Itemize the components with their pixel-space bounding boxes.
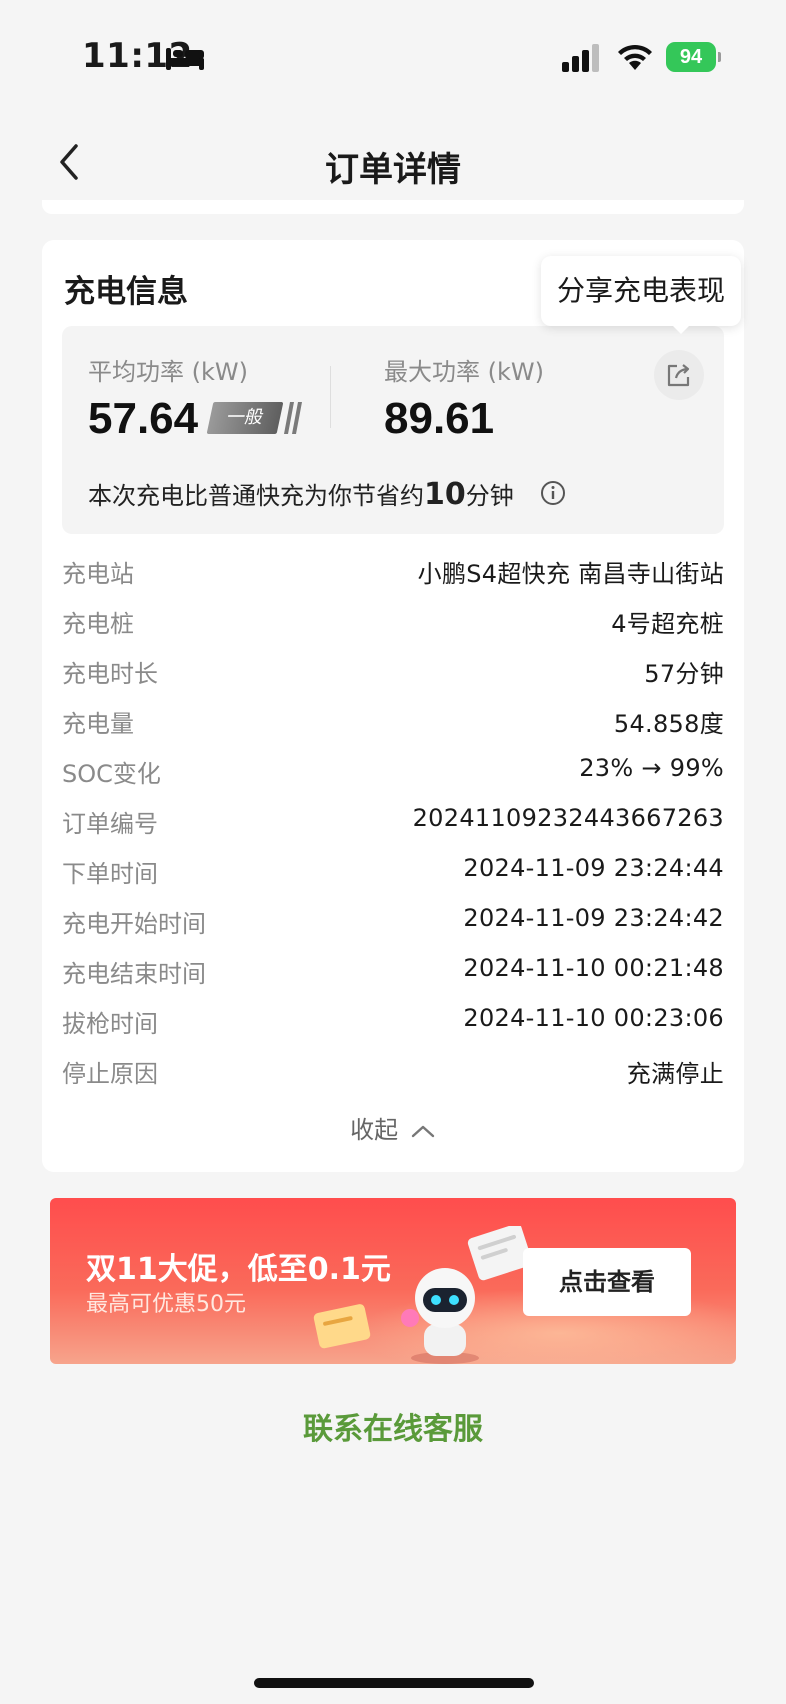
charging-info-card: 充电信息 平均功率 (kW) 57.64 一般 最大功率 (kW) 89.61 …	[42, 240, 744, 1172]
view-now-button[interactable]: 点击查看	[523, 1248, 691, 1316]
detail-label: 充电开始时间	[62, 910, 206, 938]
detail-list: 充电站 小鹏S4超快充 南昌寺山街站 充电桩 4号超充桩 充电时长 57分钟 充电量 5…	[62, 546, 724, 1096]
badge-stripes-icon	[284, 402, 302, 434]
detail-value: 4号超充桩	[611, 610, 724, 638]
contact-support-link[interactable]: 联系在线客服	[0, 1404, 786, 1448]
banner-subtitle: 最高可优惠50元	[86, 1292, 246, 1317]
collapse-label: 收起	[350, 1116, 399, 1144]
battery-icon: 94	[666, 42, 721, 72]
time-saved-suffix: 分钟	[465, 482, 514, 510]
share-tooltip[interactable]: 分享充电表现	[541, 256, 741, 326]
share-icon	[667, 364, 690, 387]
detail-value: 2024-11-10 00:23:06	[463, 1004, 724, 1032]
detail-value: 2024-11-10 00:21:48	[463, 954, 724, 982]
detail-value: 2024-11-09 23:24:42	[463, 904, 724, 932]
avg-power-label: 平均功率 (kW)	[88, 358, 248, 386]
detail-label: 下单时间	[62, 860, 158, 888]
detail-label: 充电桩	[62, 610, 134, 638]
detail-value: 54.858度	[613, 710, 724, 738]
detail-row-station: 充电站 小鹏S4超快充 南昌寺山街站	[62, 546, 724, 596]
time-saved-prefix: 本次充电比普通快充为你节省约	[88, 482, 424, 510]
detail-row-soc: SOC变化 23% → 99%	[62, 746, 724, 796]
detail-label: 充电时长	[62, 660, 158, 688]
detail-row-order-time: 下单时间 2024-11-09 23:24:44	[62, 846, 724, 896]
detail-row-start-time: 充电开始时间 2024-11-09 23:24:42	[62, 896, 724, 946]
detail-label: 停止原因	[62, 1060, 158, 1088]
detail-row-end-time: 充电结束时间 2024-11-10 00:21:48	[62, 946, 724, 996]
time-saved-text: 本次充电比普通快充为你节省约10分钟	[88, 476, 514, 512]
detail-row-order-id: 订单编号 20241109232443667263	[62, 796, 724, 846]
detail-label: 拔枪时间	[62, 1010, 158, 1038]
detail-value: 充满停止	[626, 1060, 724, 1088]
detail-row-duration: 充电时长 57分钟	[62, 646, 724, 696]
battery-level: 94	[666, 42, 716, 72]
detail-value: 57分钟	[644, 660, 724, 688]
detail-row-pile: 充电桩 4号超充桩	[62, 596, 724, 646]
sleep-focus-icon	[166, 48, 204, 70]
detail-row-stop-reason: 停止原因 充满停止	[62, 1046, 724, 1096]
detail-value: 小鹏S4超快充 南昌寺山街站	[417, 560, 724, 588]
detail-value: 2024-11-09 23:24:44	[463, 854, 724, 882]
power-divider	[330, 366, 331, 428]
detail-value: 23% → 99%	[579, 754, 724, 782]
detail-row-energy: 充电量 54.858度	[62, 696, 724, 746]
detail-value: 20241109232443667263	[412, 804, 724, 832]
max-power-value: 89.61	[384, 394, 495, 443]
robot-mascot-icon	[401, 1268, 479, 1364]
card-title: 充电信息	[64, 274, 188, 310]
level-badge: 一般	[206, 402, 284, 434]
detail-label: 充电量	[62, 710, 134, 738]
cellular-signal-icon	[562, 44, 599, 72]
detail-label: SOC变化	[62, 760, 161, 788]
avg-power-value: 57.64	[88, 394, 199, 443]
previous-card-edge	[42, 200, 744, 214]
status-bar: 11:12 94	[0, 0, 786, 110]
detail-label: 充电结束时间	[62, 960, 206, 988]
detail-row-unplug-time: 拔枪时间 2024-11-10 00:23:06	[62, 996, 724, 1046]
max-power-label: 最大功率 (kW)	[384, 358, 544, 386]
nav-bar: 订单详情	[0, 120, 786, 204]
share-button[interactable]	[654, 350, 704, 400]
home-indicator	[254, 1678, 534, 1688]
time-saved-number: 10	[424, 477, 466, 512]
battery-cap	[718, 52, 721, 62]
banner-title: 双11大促，低至0.1元	[86, 1252, 391, 1287]
promo-banner[interactable]: 双11大促，低至0.1元 最高可优惠50元 点击查看	[50, 1198, 736, 1364]
wifi-icon	[618, 44, 652, 70]
page-title: 订单详情	[325, 150, 461, 190]
tooltip-arrow	[669, 322, 693, 334]
collapse-button[interactable]: 收起	[42, 1110, 744, 1145]
info-icon[interactable]	[540, 480, 566, 506]
coupon-icon	[313, 1304, 371, 1349]
detail-label: 订单编号	[62, 810, 158, 838]
power-summary: 平均功率 (kW) 57.64 一般 最大功率 (kW) 89.61 本次充电比…	[62, 326, 724, 534]
detail-label: 充电站	[62, 560, 134, 588]
chevron-up-icon	[411, 1125, 435, 1138]
